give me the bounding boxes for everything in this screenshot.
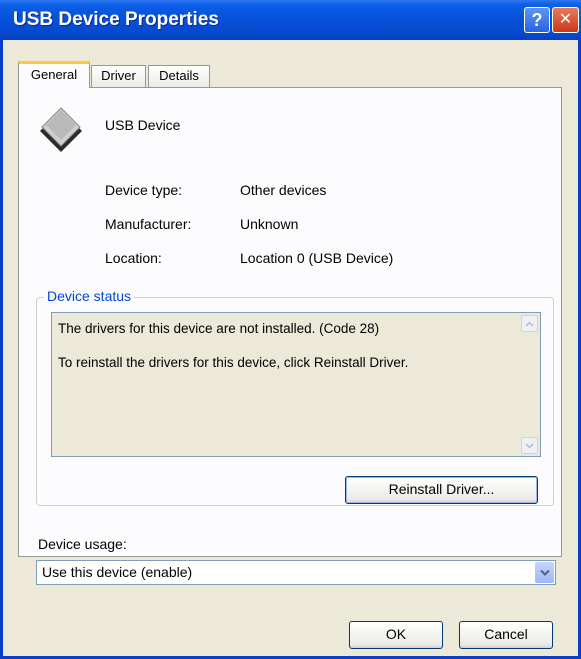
device-usage-select[interactable]: Use this device (enable) bbox=[36, 560, 556, 585]
tab-details[interactable]: Details bbox=[148, 65, 210, 87]
scroll-up-button[interactable] bbox=[521, 315, 538, 332]
tab-driver-label: Driver bbox=[101, 68, 136, 83]
close-icon: ✕ bbox=[558, 11, 573, 28]
device-status-title: Device status bbox=[44, 288, 135, 304]
ok-button[interactable]: OK bbox=[349, 621, 443, 649]
dialog-client: General Driver Details USB Device Device… bbox=[3, 40, 578, 656]
chevron-up-icon bbox=[525, 320, 534, 327]
device-usage-label: Device usage: bbox=[38, 536, 127, 552]
status-line-2: To reinstall the drivers for this device… bbox=[58, 355, 409, 370]
device-type-value: Other devices bbox=[240, 182, 327, 198]
location-value: Location 0 (USB Device) bbox=[240, 250, 394, 266]
chevron-down-icon bbox=[525, 442, 534, 449]
title-bar[interactable]: USB Device Properties ? ✕ bbox=[0, 0, 581, 40]
status-line-1: The drivers for this device are not inst… bbox=[58, 321, 380, 336]
close-button[interactable]: ✕ bbox=[552, 7, 579, 33]
location-label: Location: bbox=[105, 250, 162, 266]
manufacturer-label: Manufacturer: bbox=[105, 216, 192, 232]
tab-general[interactable]: General bbox=[18, 61, 90, 88]
tab-driver[interactable]: Driver bbox=[91, 65, 146, 87]
cancel-button[interactable]: Cancel bbox=[459, 621, 553, 649]
device-type-label: Device type: bbox=[105, 182, 183, 198]
tab-general-label: General bbox=[30, 67, 78, 82]
tab-details-label: Details bbox=[159, 68, 199, 83]
chevron-down-icon bbox=[539, 569, 550, 576]
reinstall-driver-label: Reinstall Driver... bbox=[388, 481, 495, 497]
device-usage-value: Use this device (enable) bbox=[42, 564, 193, 580]
manufacturer-value: Unknown bbox=[240, 216, 299, 232]
device-status-textbox[interactable]: The drivers for this device are not inst… bbox=[51, 312, 541, 457]
help-button[interactable]: ? bbox=[524, 7, 550, 33]
scroll-down-button[interactable] bbox=[521, 437, 538, 454]
dialog-window: USB Device Properties ? ✕ General Driver… bbox=[0, 0, 581, 659]
help-icon: ? bbox=[531, 10, 543, 30]
usb-device-icon bbox=[40, 107, 82, 152]
device-name: USB Device bbox=[105, 117, 181, 133]
dropdown-button[interactable] bbox=[535, 562, 554, 583]
status-scrollbar[interactable] bbox=[521, 315, 538, 454]
reinstall-driver-button[interactable]: Reinstall Driver... bbox=[345, 476, 538, 504]
ok-label: OK bbox=[385, 626, 407, 642]
cancel-label: Cancel bbox=[484, 626, 528, 642]
window-title: USB Device Properties bbox=[13, 9, 219, 30]
